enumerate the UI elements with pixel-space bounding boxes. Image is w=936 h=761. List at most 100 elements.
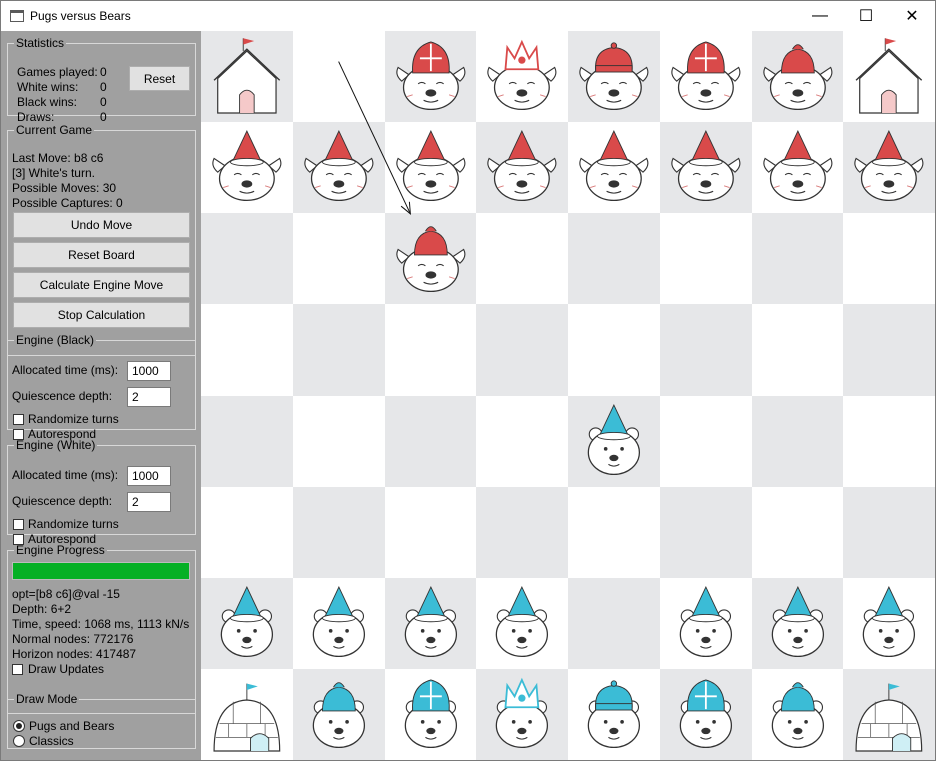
square-c7[interactable] [384,122,477,214]
bear-pawn-hat-icon[interactable] [201,578,293,669]
engine-black-time-input[interactable] [127,361,171,381]
square-f4[interactable] [659,395,752,487]
square-e7[interactable] [568,122,660,214]
square-a8[interactable] [201,31,293,123]
bear-pawn-hat-icon[interactable] [385,578,477,669]
minimize-button[interactable]: — [797,1,843,31]
square-a5[interactable] [201,304,293,396]
square-g6[interactable] [751,213,844,305]
title-bar[interactable]: Pugs versus Bears — ☐ ✕ [1,1,935,31]
square-h3[interactable] [843,486,935,578]
square-d6[interactable] [476,213,568,305]
square-e3[interactable] [568,486,660,578]
bear-knight-cap-icon[interactable] [293,669,385,760]
square-h4[interactable] [843,395,935,487]
square-e2[interactable] [568,577,660,669]
square-b7[interactable] [292,122,385,214]
square-b6[interactable] [292,213,385,305]
pug-bishop-mitre-icon[interactable] [385,31,477,122]
square-e5[interactable] [568,304,660,396]
pug-pawn-hat-icon[interactable] [568,122,660,213]
square-a7[interactable] [201,122,293,214]
square-h1[interactable] [843,668,935,760]
pug-pawn-hat-icon[interactable] [201,122,293,213]
bear-rook-igloo-icon[interactable] [201,669,293,760]
square-b3[interactable] [292,486,385,578]
pug-queen-crown-icon[interactable] [476,31,568,122]
square-h2[interactable] [843,577,935,669]
square-h5[interactable] [843,304,935,396]
bear-rook-igloo-icon[interactable] [843,669,935,760]
square-g8[interactable] [751,31,844,123]
square-b2[interactable] [292,577,385,669]
bear-pawn-hat-icon[interactable] [293,578,385,669]
square-b5[interactable] [292,304,385,396]
square-d2[interactable] [476,577,568,669]
calculate-engine-move-button[interactable]: Calculate Engine Move [13,272,190,298]
square-h6[interactable] [843,213,935,305]
engine-black-depth-input[interactable] [127,387,171,407]
square-h7[interactable] [843,122,935,214]
square-f3[interactable] [659,486,752,578]
bear-pawn-hat-icon[interactable] [568,396,660,487]
engine-white-randomize-checkbox[interactable] [13,519,24,530]
square-g1[interactable] [751,668,844,760]
square-d3[interactable] [476,486,568,578]
pug-king-crown-icon[interactable] [568,31,660,122]
square-e8[interactable] [568,31,660,123]
pug-pawn-hat-icon[interactable] [843,122,935,213]
reset-board-button[interactable]: Reset Board [13,242,190,268]
bear-knight-cap-icon[interactable] [752,669,844,760]
square-c4[interactable] [384,395,477,487]
square-d5[interactable] [476,304,568,396]
bear-pawn-hat-icon[interactable] [660,578,752,669]
bear-pawn-hat-icon[interactable] [476,578,568,669]
pug-pawn-hat-icon[interactable] [476,122,568,213]
square-a1[interactable] [201,668,293,760]
stop-calculation-button[interactable]: Stop Calculation [13,302,190,328]
pug-rook-doghouse-icon[interactable] [843,31,935,122]
square-f1[interactable] [659,668,752,760]
draw-updates-checkbox[interactable] [12,664,23,675]
reset-stats-button[interactable]: Reset [129,66,190,91]
undo-move-button[interactable]: Undo Move [13,212,190,238]
square-f7[interactable] [659,122,752,214]
square-f6[interactable] [659,213,752,305]
square-h8[interactable] [843,31,935,123]
draw-mode-radio-pugs[interactable] [13,720,25,732]
bear-pawn-hat-icon[interactable] [843,578,935,669]
square-c5[interactable] [384,304,477,396]
square-b8[interactable] [292,31,385,123]
square-c8[interactable] [384,31,477,123]
engine-white-depth-input[interactable] [127,492,171,512]
square-a2[interactable] [201,577,293,669]
pug-pawn-hat-icon[interactable] [660,122,752,213]
pug-rook-doghouse-icon[interactable] [201,31,293,122]
pug-pawn-hat-icon[interactable] [752,122,844,213]
draw-mode-radio-classics[interactable] [13,735,25,747]
square-e6[interactable] [568,213,660,305]
square-g7[interactable] [751,122,844,214]
square-c6[interactable] [384,213,477,305]
engine-black-randomize-checkbox[interactable] [13,414,24,425]
square-g3[interactable] [751,486,844,578]
chess-board[interactable] [201,31,935,760]
close-button[interactable]: ✕ [889,1,935,31]
square-b4[interactable] [292,395,385,487]
bear-king-crown-icon[interactable] [568,669,660,760]
square-e1[interactable] [568,668,660,760]
bear-queen-crown-icon[interactable] [476,669,568,760]
square-e4[interactable] [568,395,660,487]
pug-knight-cap-icon[interactable] [752,31,844,122]
square-c3[interactable] [384,486,477,578]
square-g2[interactable] [751,577,844,669]
square-f8[interactable] [659,31,752,123]
square-a3[interactable] [201,486,293,578]
square-b1[interactable] [292,668,385,760]
pug-pawn-hat-icon[interactable] [385,122,477,213]
engine-white-time-input[interactable] [127,466,171,486]
square-d4[interactable] [476,395,568,487]
pug-bishop-mitre-icon[interactable] [660,31,752,122]
pug-knight-cap-icon[interactable] [385,213,477,304]
maximize-button[interactable]: ☐ [843,1,889,31]
